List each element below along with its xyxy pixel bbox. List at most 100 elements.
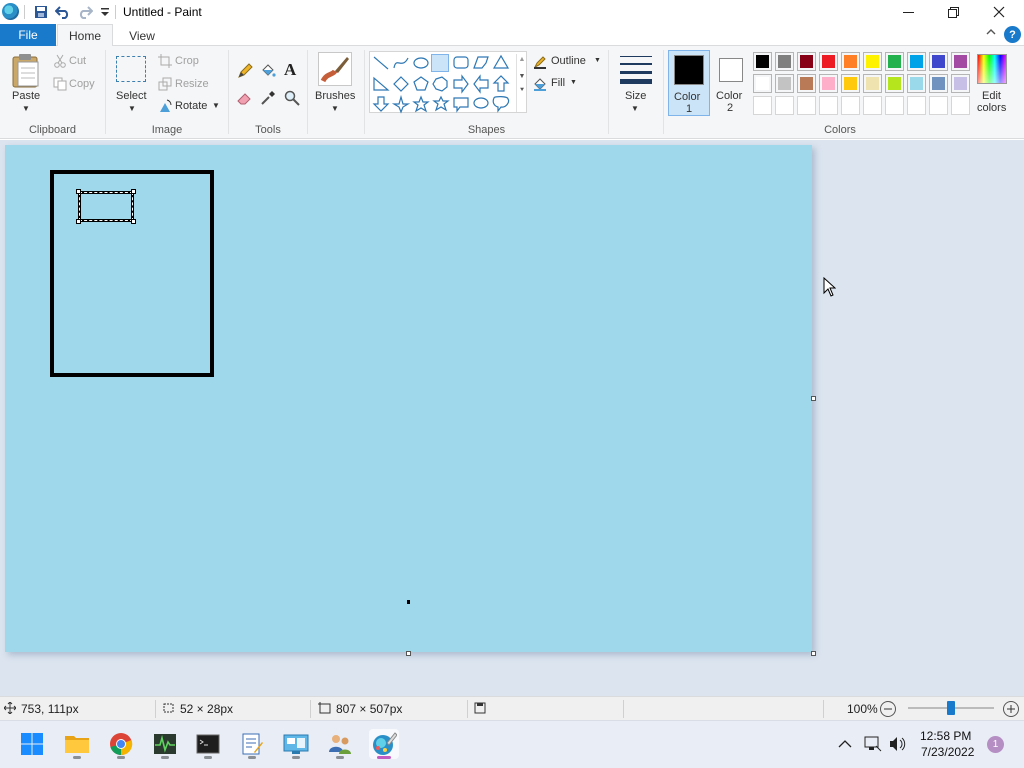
rotate-dropdown-icon[interactable]: ▼ bbox=[212, 101, 220, 110]
brushes-button[interactable]: Brushes bbox=[315, 90, 355, 102]
palette-swatch[interactable] bbox=[951, 74, 970, 93]
select-dropdown-icon[interactable]: ▼ bbox=[128, 104, 136, 113]
help-icon[interactable]: ? bbox=[1004, 26, 1021, 43]
fill-icon[interactable] bbox=[533, 77, 547, 91]
palette-swatch[interactable] bbox=[863, 52, 882, 71]
selection-handle[interactable] bbox=[76, 189, 81, 194]
collapse-ribbon-icon[interactable] bbox=[986, 28, 996, 39]
brush-icon[interactable] bbox=[318, 52, 352, 86]
palette-swatch[interactable] bbox=[885, 52, 904, 71]
users-app-icon[interactable] bbox=[325, 729, 355, 759]
palette-swatch[interactable] bbox=[907, 52, 926, 71]
zoom-in-button[interactable] bbox=[1003, 701, 1019, 717]
save-icon[interactable] bbox=[32, 3, 50, 21]
chrome-icon[interactable] bbox=[106, 729, 136, 759]
palette-swatch[interactable] bbox=[797, 52, 816, 71]
color1-selector[interactable]: Color 1 bbox=[668, 50, 710, 116]
notification-badge[interactable]: 1 bbox=[987, 736, 1004, 753]
zoom-out-button[interactable] bbox=[880, 701, 896, 717]
fill-dropdown-icon[interactable]: ▼ bbox=[570, 79, 577, 86]
selection-handle[interactable] bbox=[131, 219, 136, 224]
palette-swatch[interactable] bbox=[819, 74, 838, 93]
brushes-dropdown-icon[interactable]: ▼ bbox=[331, 104, 339, 113]
palette-swatch-empty[interactable] bbox=[775, 96, 794, 115]
tab-view[interactable]: View bbox=[115, 24, 169, 47]
text-tool-icon[interactable]: A bbox=[284, 60, 296, 80]
palette-swatch-empty[interactable] bbox=[819, 96, 838, 115]
color-picker-icon[interactable] bbox=[260, 90, 276, 106]
palette-swatch[interactable] bbox=[929, 74, 948, 93]
palette-swatch[interactable] bbox=[775, 52, 794, 71]
volume-icon[interactable] bbox=[889, 736, 907, 755]
fill-button[interactable]: Fill bbox=[551, 77, 565, 89]
paste-icon[interactable] bbox=[10, 52, 44, 92]
palette-swatch[interactable] bbox=[753, 52, 772, 71]
palette-swatch-empty[interactable] bbox=[753, 96, 772, 115]
outline-button[interactable]: Outline bbox=[551, 55, 586, 67]
crop-button[interactable]: Crop bbox=[175, 55, 199, 67]
magnifier-icon[interactable] bbox=[284, 90, 300, 106]
maximize-button[interactable] bbox=[930, 0, 976, 24]
task-manager-icon[interactable] bbox=[150, 729, 180, 759]
file-explorer-icon[interactable] bbox=[62, 729, 92, 759]
size-dropdown-icon[interactable]: ▼ bbox=[631, 104, 639, 113]
paint-taskbar-icon[interactable] bbox=[369, 729, 399, 759]
palette-swatch-empty[interactable] bbox=[863, 96, 882, 115]
cut-icon[interactable] bbox=[53, 54, 67, 68]
copy-button[interactable]: Copy bbox=[69, 78, 95, 90]
palette-swatch[interactable] bbox=[797, 74, 816, 93]
palette-swatch[interactable] bbox=[841, 52, 860, 71]
fill-bucket-icon[interactable] bbox=[260, 63, 276, 79]
pencil-icon[interactable] bbox=[237, 63, 253, 79]
rotate-icon[interactable] bbox=[158, 99, 172, 113]
resize-icon[interactable] bbox=[158, 77, 172, 91]
minimize-button[interactable] bbox=[885, 0, 931, 24]
customize-toolbar-icon[interactable] bbox=[96, 3, 114, 21]
network-icon[interactable] bbox=[864, 736, 882, 755]
palette-swatch[interactable] bbox=[753, 74, 772, 93]
close-button[interactable] bbox=[976, 0, 1022, 24]
paste-button[interactable]: Paste bbox=[12, 90, 40, 102]
palette-swatch[interactable] bbox=[775, 74, 794, 93]
paste-dropdown-icon[interactable]: ▼ bbox=[22, 104, 30, 113]
size-icon[interactable] bbox=[620, 55, 652, 85]
resize-button[interactable]: Resize bbox=[175, 78, 209, 90]
selection-handle[interactable] bbox=[76, 219, 81, 224]
palette-swatch[interactable] bbox=[819, 52, 838, 71]
cut-button[interactable]: Cut bbox=[69, 55, 86, 67]
canvas-resize-handle-bottom[interactable] bbox=[406, 651, 411, 656]
outline-dropdown-icon[interactable]: ▼ bbox=[594, 57, 601, 64]
control-panel-icon[interactable] bbox=[281, 729, 311, 759]
eraser-icon[interactable] bbox=[237, 90, 253, 106]
select-button[interactable]: Select bbox=[116, 90, 147, 102]
palette-swatch[interactable] bbox=[951, 52, 970, 71]
drawing-canvas[interactable] bbox=[5, 145, 812, 652]
rotate-button[interactable]: Rotate bbox=[175, 100, 207, 112]
palette-swatch-empty[interactable] bbox=[907, 96, 926, 115]
palette-swatch[interactable] bbox=[907, 74, 926, 93]
start-button[interactable] bbox=[17, 729, 47, 759]
palette-swatch[interactable] bbox=[841, 74, 860, 93]
document-editor-icon[interactable] bbox=[237, 729, 267, 759]
zoom-slider-thumb[interactable] bbox=[947, 701, 955, 715]
crop-icon[interactable] bbox=[158, 54, 172, 68]
outline-icon[interactable] bbox=[533, 55, 547, 69]
rectangle-shape-selected[interactable] bbox=[431, 54, 449, 72]
color2-selector[interactable]: Color 2 bbox=[712, 50, 750, 116]
copy-icon[interactable] bbox=[53, 77, 67, 91]
shapes-gallery-icons[interactable] bbox=[370, 52, 528, 114]
tab-home[interactable]: Home bbox=[57, 24, 113, 47]
shapes-scrollbar[interactable]: ▲ ▼ ⯆ bbox=[516, 54, 527, 112]
edit-colors-label-2[interactable]: colors bbox=[977, 102, 1006, 114]
palette-swatch-empty[interactable] bbox=[951, 96, 970, 115]
selection-handle[interactable] bbox=[131, 189, 136, 194]
zoom-slider-track[interactable] bbox=[908, 701, 994, 715]
terminal-icon[interactable] bbox=[193, 729, 223, 759]
palette-swatch-empty[interactable] bbox=[797, 96, 816, 115]
canvas-resize-handle-corner[interactable] bbox=[811, 651, 816, 656]
clock-date[interactable]: 7/23/2022 bbox=[921, 745, 974, 759]
canvas-resize-handle-right[interactable] bbox=[811, 396, 816, 401]
edit-colors-label[interactable]: Edit bbox=[982, 90, 1001, 102]
edit-colors-icon[interactable] bbox=[977, 54, 1007, 84]
undo-icon[interactable] bbox=[54, 3, 72, 21]
